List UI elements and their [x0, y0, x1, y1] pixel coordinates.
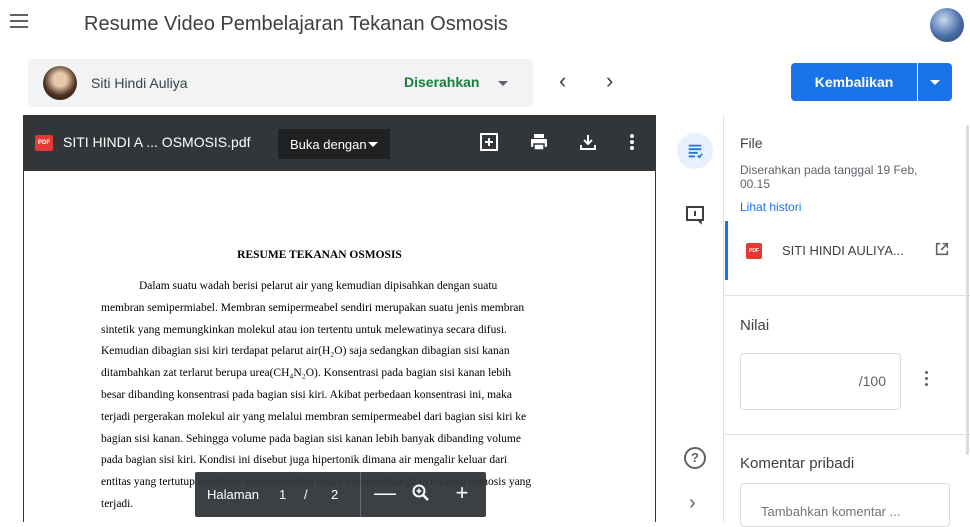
add-box-icon[interactable] [476, 129, 502, 155]
open-in-new-icon[interactable] [934, 241, 952, 259]
document-line: ditambahkan zat terlarut berupa urea(CH₄… [101, 367, 512, 380]
more-vert-icon[interactable] [918, 371, 934, 393]
help-icon[interactable]: ? [684, 447, 706, 469]
grade-title: Nilai [740, 317, 770, 334]
chevron-right-icon[interactable]: › [606, 70, 613, 92]
document-line: terjadi pergerakan molekul air yang mela… [101, 410, 527, 423]
panel-scrollbar[interactable] [966, 125, 969, 455]
document-line: bagian sisi kanan. Sehingga volume pada … [101, 432, 521, 445]
divider [360, 472, 361, 517]
page-controls: Halaman 1 / 2 — + [195, 472, 486, 517]
page-separator: / [304, 487, 308, 502]
zoom-in-button[interactable]: + [450, 482, 474, 506]
student-selector[interactable]: Siti Hindi Auliya Diserahkan [28, 59, 533, 107]
student-avatar [43, 66, 77, 100]
pdf-file-icon: PDF [746, 243, 762, 259]
document-line: membran semipermiabel. Membran semiperme… [101, 301, 525, 314]
current-page[interactable]: 1 [279, 487, 286, 502]
open-with-button[interactable]: Buka dengan [278, 129, 390, 159]
hamburger-icon[interactable] [10, 14, 28, 28]
private-comment-title: Komentar pribadi [740, 455, 855, 472]
comment-icon[interactable] [683, 203, 707, 227]
submitted-timestamp: Diserahkan pada tanggal 19 Feb, 00.15 [740, 163, 918, 191]
total-pages: 2 [331, 487, 339, 502]
pdf-filename: SITI HINDI A ... OSMOSIS.pdf [63, 134, 251, 150]
view-history-link[interactable]: Lihat histori [740, 200, 801, 214]
chevron-left-icon[interactable]: ‹ [559, 70, 566, 92]
more-vert-icon[interactable] [619, 129, 645, 155]
zoom-out-button[interactable]: — [373, 482, 397, 506]
document-line: Dalam suatu wadah berisi pelarut air yan… [139, 280, 498, 292]
page-label: Halaman [207, 487, 260, 502]
details-panel: File Diserahkan pada tanggal 19 Feb, 00.… [725, 115, 970, 527]
file-section-title: File [740, 135, 763, 151]
download-icon[interactable] [575, 129, 601, 155]
document-line: Kemudian dibagian sisi kiri terdapat pel… [101, 345, 510, 358]
chevron-down-icon[interactable] [498, 81, 508, 86]
student-name: Siti Hindi Auliya [91, 75, 188, 91]
grade-input[interactable]: /100 [740, 353, 901, 410]
top-bar: Resume Video Pembelajaran Tekanan Osmosi… [0, 0, 970, 52]
attachment-name: SITI HINDI AULIYA... [782, 243, 904, 258]
pdf-file-icon: PDF [35, 135, 53, 151]
return-options-button[interactable] [918, 63, 952, 101]
magnifier-icon[interactable] [409, 483, 433, 507]
chevron-right-icon[interactable]: › [689, 492, 696, 515]
page-title: Resume Video Pembelajaran Tekanan Osmosi… [84, 13, 508, 35]
submission-status[interactable]: Diserahkan [404, 74, 479, 90]
grade-max: /100 [858, 373, 886, 389]
divider [725, 295, 970, 296]
pdf-viewer: PDF SITI HINDI A ... OSMOSIS.pdf Buka de… [23, 115, 656, 522]
side-rail: ? › [664, 115, 724, 522]
return-button[interactable]: Kembalikan [791, 63, 917, 101]
document-line: pada bagian sisi kiri. Kondisi ini diseb… [101, 454, 508, 467]
pdf-page: RESUME TEKANAN OSMOSIS Dalam suatu wadah… [24, 171, 655, 522]
private-comment-input[interactable]: Tambahkan komentar ... [740, 483, 950, 527]
divider [725, 434, 970, 435]
document-line: besar dibanding konsentrasi pada bagian … [101, 388, 513, 401]
document-heading: RESUME TEKANAN OSMOSIS [237, 249, 402, 261]
assignment-icon[interactable] [677, 133, 713, 169]
print-icon[interactable] [526, 129, 552, 155]
document-line: sintetik yang memungkinkan molekul atau … [101, 323, 507, 336]
account-avatar[interactable] [930, 8, 964, 42]
viewer-toolbar: PDF SITI HINDI A ... OSMOSIS.pdf Buka de… [23, 115, 656, 171]
attachment-item[interactable]: PDF SITI HINDI AULIYA... [725, 221, 963, 280]
